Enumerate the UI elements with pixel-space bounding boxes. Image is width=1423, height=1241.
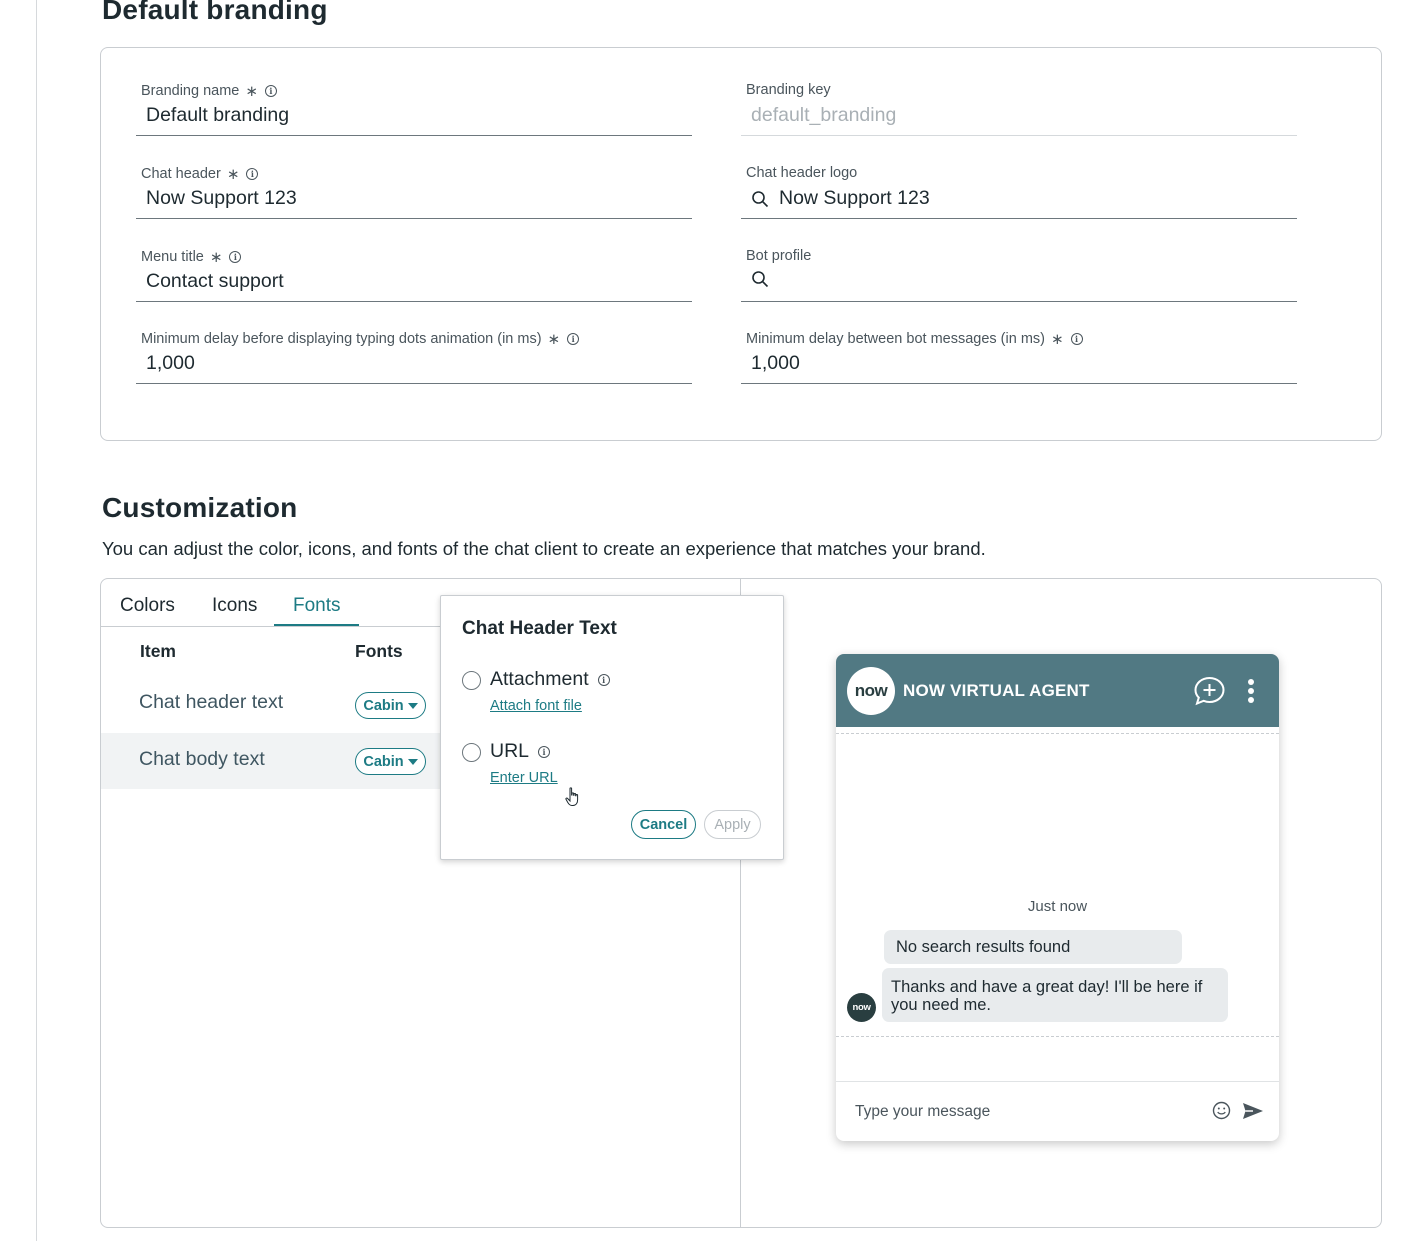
input-divider: [836, 1081, 1279, 1082]
chat-header-logo-value: Now Support 123: [779, 187, 930, 209]
chat-header-label: Chat header: [141, 166, 221, 182]
popover-title: Chat Header Text: [462, 618, 617, 639]
field-underline: [136, 383, 692, 384]
field-underline: [136, 218, 692, 219]
required-asterisk: ∗: [1050, 331, 1064, 348]
required-asterisk: ∗: [245, 83, 258, 100]
customization-description: You can adjust the color, icons, and fon…: [102, 538, 986, 559]
chat-preview-window: now NOW VIRTUAL AGENT Just now No search…: [836, 654, 1279, 1141]
branding-name-label: Branding name: [141, 83, 240, 99]
chat-header-logo-label: Chat header logo: [746, 165, 858, 181]
tab-colors[interactable]: Colors: [120, 595, 175, 617]
field-underline: [136, 135, 692, 136]
tab-fonts[interactable]: Fonts: [293, 595, 341, 617]
more-options-icon[interactable]: [1245, 678, 1257, 706]
branding-key-label: Branding key: [746, 82, 831, 98]
branding-key-input: default_branding: [751, 104, 897, 126]
enter-url-link[interactable]: Enter URL: [490, 770, 558, 786]
section-title-customization: Customization: [102, 492, 298, 523]
chat-preview-title: NOW VIRTUAL AGENT: [903, 681, 1090, 700]
now-logo: now: [847, 667, 895, 715]
radio-attachment-label[interactable]: Attachment: [490, 668, 589, 691]
default-branding-card: Branding name ∗ i Default branding Brand…: [100, 47, 1382, 441]
font-select-chat-body[interactable]: Cabin: [355, 748, 426, 775]
info-icon[interactable]: i: [229, 251, 242, 263]
info-icon[interactable]: i: [246, 168, 259, 180]
required-asterisk: ∗: [209, 249, 223, 266]
tab-icons[interactable]: Icons: [212, 595, 257, 617]
radio-url[interactable]: [462, 743, 481, 762]
font-source-popover: Chat Header Text Attachment i Attach fon…: [440, 595, 784, 860]
info-icon[interactable]: i: [264, 85, 277, 97]
required-asterisk: ∗: [226, 166, 240, 183]
message-timestamp: Just now: [1027, 898, 1088, 915]
info-icon[interactable]: i: [538, 745, 551, 758]
row-item-label: Chat header text: [139, 691, 284, 713]
left-rail-divider: [36, 0, 37, 1241]
section-title-default-branding: Default branding: [102, 0, 328, 25]
field-underline: [741, 301, 1297, 302]
info-icon[interactable]: i: [1070, 333, 1083, 345]
bot-message-delay-label: Minimum delay between bot messages (in m…: [746, 331, 1045, 347]
field-underline: [741, 383, 1297, 384]
bot-avatar: now: [847, 993, 876, 1022]
field-underline: [741, 135, 1297, 136]
field-underline: [741, 218, 1297, 219]
column-header-fonts: Fonts: [355, 641, 403, 661]
chat-header-input[interactable]: Now Support 123: [146, 187, 297, 210]
cancel-button[interactable]: Cancel: [631, 810, 696, 839]
row-item-label: Chat body text: [139, 748, 265, 770]
apply-button[interactable]: Apply: [704, 810, 761, 839]
dashed-divider: [836, 733, 1279, 734]
chat-preview-header: now NOW VIRTUAL AGENT: [836, 654, 1279, 727]
search-icon: [752, 271, 769, 288]
field-underline: [136, 301, 692, 302]
chat-message-input[interactable]: Type your message: [855, 1103, 990, 1121]
caret-down-icon: [407, 702, 418, 709]
search-icon: [752, 190, 769, 207]
bot-profile-input[interactable]: [751, 270, 779, 288]
typing-delay-label: Minimum delay before displaying typing d…: [141, 331, 542, 347]
attach-font-file-link[interactable]: Attach font file: [490, 698, 582, 714]
bot-message: Thanks and have a great day! I'll be her…: [882, 968, 1228, 1022]
bot-message: No search results found: [884, 930, 1182, 964]
typing-delay-input[interactable]: 1,000: [146, 352, 195, 375]
font-select-chat-header[interactable]: Cabin: [355, 692, 426, 719]
required-asterisk: ∗: [547, 331, 561, 348]
radio-attachment[interactable]: [462, 671, 481, 690]
radio-url-label[interactable]: URL: [490, 740, 529, 763]
info-icon[interactable]: i: [567, 333, 580, 345]
bot-message-delay-input[interactable]: 1,000: [751, 352, 800, 375]
emoji-icon[interactable]: [1212, 1101, 1231, 1120]
column-header-item: Item: [140, 641, 176, 661]
bot-profile-label: Bot profile: [746, 248, 812, 264]
caret-down-icon: [407, 758, 418, 765]
dashed-divider: [836, 1036, 1279, 1037]
info-icon[interactable]: i: [597, 673, 610, 686]
menu-title-label: Menu title: [141, 249, 204, 265]
branding-name-input[interactable]: Default branding: [146, 104, 289, 127]
new-conversation-icon[interactable]: [1193, 676, 1226, 706]
send-icon[interactable]: [1242, 1102, 1264, 1120]
pointer-hand-icon: [565, 787, 579, 806]
menu-title-input[interactable]: Contact support: [146, 270, 284, 293]
chat-header-logo-input[interactable]: Now Support 123: [751, 187, 930, 210]
